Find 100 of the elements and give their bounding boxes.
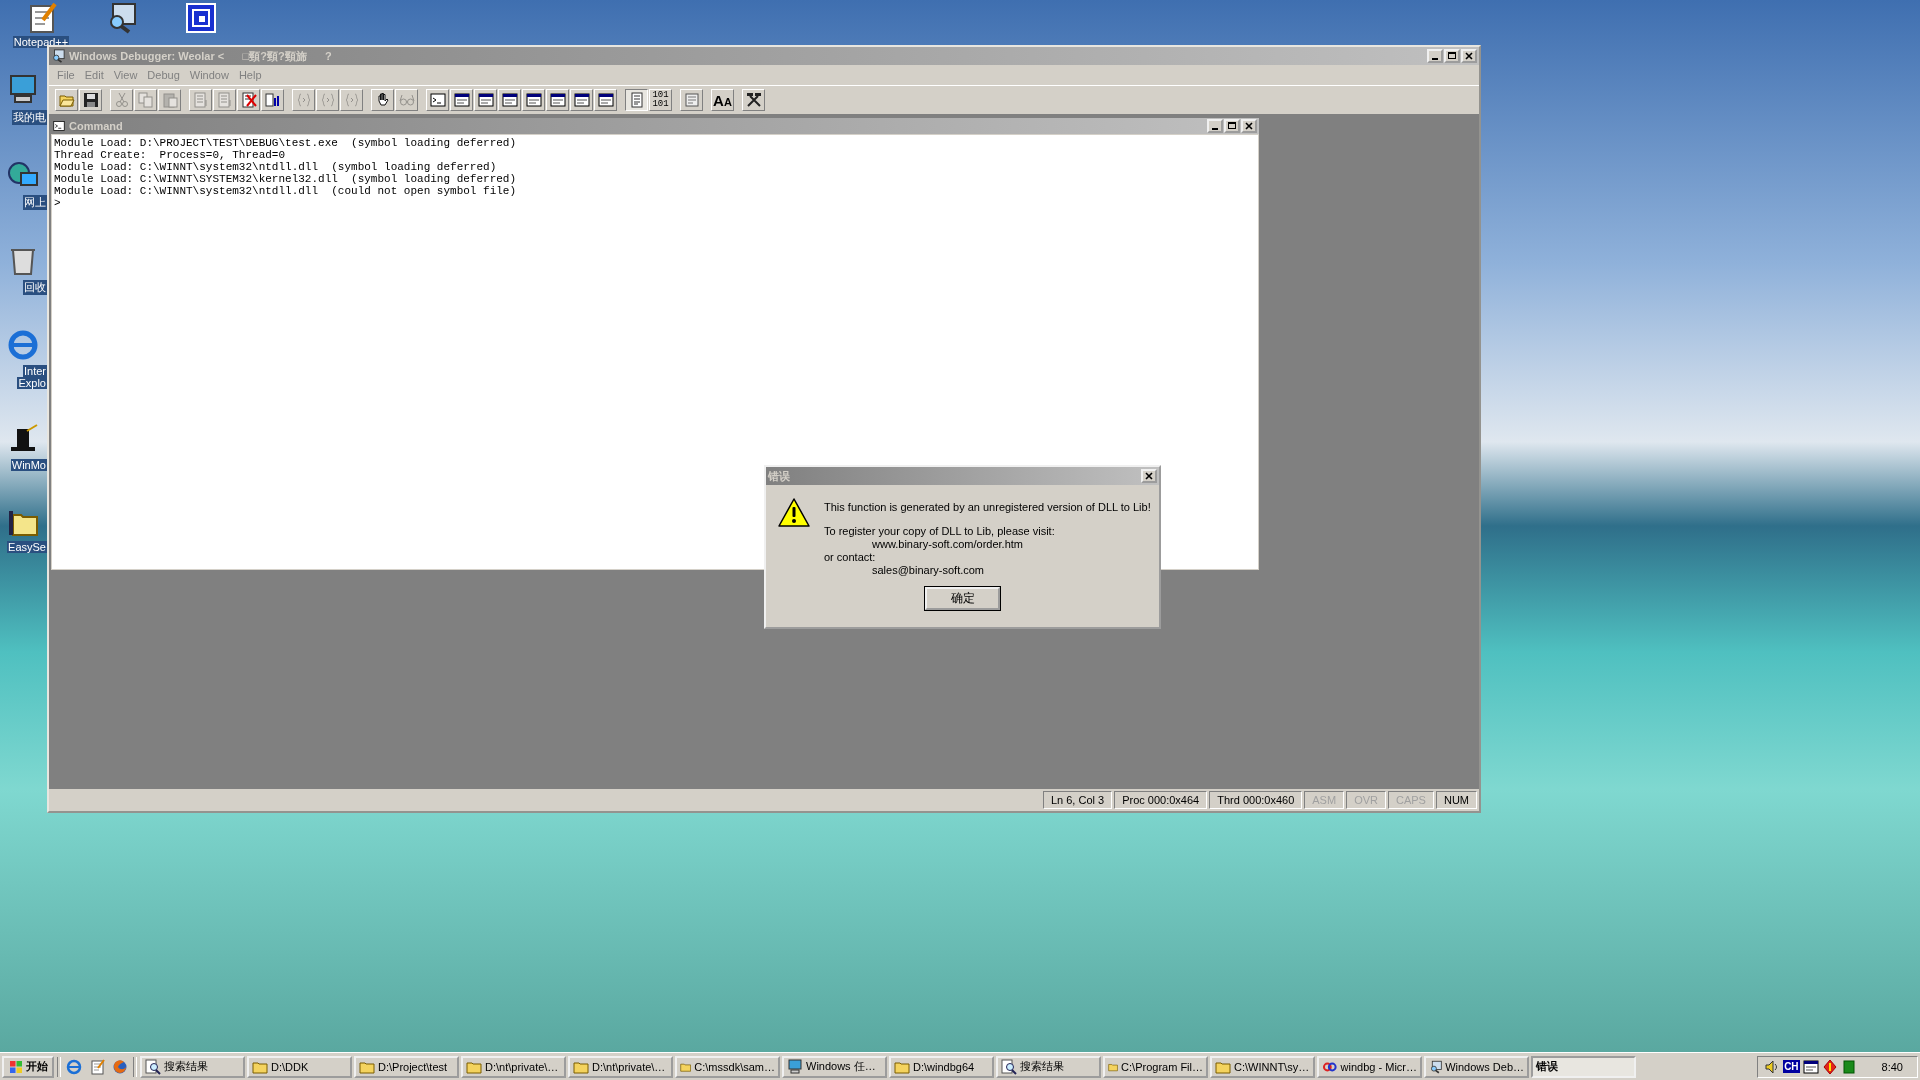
document-cross-icon bbox=[240, 92, 257, 108]
status-pane: Proc 000:0x464 bbox=[1114, 791, 1208, 809]
command-window-icon bbox=[429, 92, 446, 108]
output-line: Thread Create: Process=0, Thread=0 bbox=[54, 149, 286, 161]
message-text: sales@binary-soft.com bbox=[871, 564, 986, 577]
globe-icon bbox=[7, 329, 39, 361]
window-icon bbox=[573, 92, 590, 108]
taskbar-button[interactable]: C:\mssdk\sam… bbox=[675, 1055, 780, 1078]
icon-label[interactable]: 回收 bbox=[23, 280, 47, 295]
maximize-icon bbox=[1447, 51, 1457, 61]
shield-icon bbox=[1821, 1058, 1838, 1075]
window-icon bbox=[525, 92, 542, 108]
clipboard-icon bbox=[161, 92, 178, 108]
output-line: Module Load: C:\WINNT\system32\ntdll.dll (symbol loading deferred) bbox=[54, 161, 497, 173]
globe-icon bbox=[66, 1058, 82, 1075]
status-pane: NUM bbox=[1435, 791, 1477, 809]
notepad-icon bbox=[89, 1058, 105, 1075]
braces-icon bbox=[319, 92, 336, 108]
monitor-magnifier-icon bbox=[51, 49, 65, 63]
icon-label[interactable]: EasySe bbox=[7, 541, 47, 553]
copy-icon bbox=[137, 92, 154, 108]
taskbar-button[interactable]: 错误 bbox=[1531, 1055, 1636, 1078]
windows-logo-icon bbox=[8, 1058, 24, 1075]
window-icon bbox=[477, 92, 494, 108]
dialog-title: 错误 bbox=[768, 468, 791, 484]
folder-icon bbox=[58, 92, 75, 108]
braces-icon bbox=[295, 92, 312, 108]
taskbar-button[interactable]: D:\DDK bbox=[247, 1055, 352, 1078]
window-icon bbox=[501, 92, 518, 108]
close-icon bbox=[1244, 121, 1254, 131]
taskbar-button[interactable]: D:\Project\test bbox=[354, 1055, 459, 1078]
window-title: Command bbox=[69, 120, 124, 132]
scissors-icon bbox=[113, 92, 130, 108]
close-icon bbox=[1144, 471, 1154, 481]
output-line: Module Load: D:\PROJECT\TEST\DEBUG\test.exe (symbol loading deferred) bbox=[54, 137, 517, 149]
icon-label[interactable]: Explo bbox=[17, 377, 47, 389]
taskbar-button[interactable]: D:\nt\private\… bbox=[568, 1055, 673, 1078]
minimize-icon bbox=[1212, 128, 1218, 130]
message-text: www.binary-soft.com/order.htm bbox=[871, 538, 1024, 551]
window-title: Windows Debugger: Weolar < □頸?頸?頸旆 ? bbox=[69, 48, 333, 64]
icon-label[interactable]: Inter bbox=[23, 365, 47, 377]
message-text: This function is generated by an unregistered version of DLL to Lib! bbox=[824, 501, 1151, 513]
taskbar-button[interactable]: 搜索结果 bbox=[996, 1055, 1101, 1078]
close-button[interactable] bbox=[1141, 469, 1157, 483]
window-icon bbox=[1802, 1058, 1819, 1075]
command-window-icon bbox=[53, 120, 65, 132]
taskbar-button[interactable]: Windows 任… bbox=[782, 1055, 887, 1078]
font-button[interactable]: AA bbox=[711, 89, 734, 111]
message-text: or contact: bbox=[824, 551, 877, 564]
close-icon bbox=[1464, 51, 1474, 61]
taskbar-button[interactable]: D:\windbg64 bbox=[889, 1055, 994, 1078]
document-lines-icon bbox=[192, 92, 209, 108]
command-prompt[interactable]: > bbox=[54, 197, 61, 209]
ok-button[interactable]: 确定 bbox=[925, 587, 1000, 610]
taskbar-button[interactable]: C:\Program Fil… bbox=[1103, 1055, 1208, 1078]
window-icon bbox=[453, 92, 470, 108]
minimize-button[interactable] bbox=[1427, 49, 1443, 63]
output-line: Module Load: C:\WINNT\SYSTEM32\kernel32.dll (symbol loading deferred) bbox=[54, 173, 517, 185]
input-language-indicator[interactable]: CH bbox=[1783, 1060, 1800, 1073]
window-icon bbox=[549, 92, 566, 108]
taskbar-button[interactable]: Windows Deb… bbox=[1424, 1055, 1529, 1078]
close-button[interactable] bbox=[1241, 119, 1257, 133]
status-pane: Thrd 000:0x460 bbox=[1209, 791, 1303, 809]
status-pane: Ln 6, Col 3 bbox=[1042, 791, 1113, 809]
computer-icon bbox=[787, 1058, 803, 1075]
document-lines-icon bbox=[216, 92, 233, 108]
warning-icon bbox=[778, 497, 810, 529]
document-icon bbox=[683, 92, 700, 108]
icon-label[interactable]: 网上 bbox=[23, 195, 47, 210]
message-text: To register your copy of DLL to Lib, please visit: bbox=[824, 525, 1056, 538]
taskbar-button[interactable]: D:\nt\private\… bbox=[461, 1055, 566, 1078]
taskbar-button[interactable]: windbg - Micr… bbox=[1317, 1055, 1422, 1078]
icon-label[interactable]: 我的电 bbox=[12, 110, 47, 125]
document-lines-icon bbox=[628, 92, 645, 108]
braces-icon bbox=[343, 92, 360, 108]
close-button[interactable] bbox=[1461, 49, 1477, 63]
icon-label[interactable]: WinMo bbox=[10, 459, 47, 471]
status-square-icon bbox=[1840, 1058, 1857, 1075]
taskbar-button[interactable]: C:\WINNT\sy… bbox=[1210, 1055, 1315, 1078]
maximize-icon bbox=[1227, 121, 1237, 131]
magnifier-icon bbox=[1001, 1058, 1017, 1075]
glasses-icon bbox=[398, 92, 415, 108]
hammer-icon bbox=[745, 92, 762, 108]
output-line: Module Load: C:\WINNT\system32\ntdll.dll (could not open symbol file) bbox=[54, 185, 517, 197]
clock[interactable]: 8:40 bbox=[1859, 1060, 1911, 1073]
magnifier-icon bbox=[145, 1058, 161, 1075]
bar-chart-icon bbox=[264, 92, 281, 108]
toolbar-button[interactable]: 101 101 bbox=[649, 89, 672, 111]
monitor-magnifier-icon bbox=[1429, 1058, 1443, 1075]
minimize-button[interactable] bbox=[1207, 119, 1223, 133]
maximize-button[interactable] bbox=[1224, 119, 1240, 133]
minimize-icon bbox=[1432, 58, 1438, 60]
window-icon bbox=[597, 92, 614, 108]
taskbar-button[interactable]: 搜索结果 bbox=[140, 1055, 245, 1078]
maximize-button[interactable] bbox=[1444, 49, 1460, 63]
square-window-icon bbox=[185, 2, 217, 34]
globe-icon bbox=[112, 1058, 128, 1075]
icon-label[interactable]: Notepad++ bbox=[12, 36, 70, 48]
start-button[interactable]: 开始 bbox=[2, 1055, 54, 1078]
computer-icon bbox=[7, 74, 39, 106]
